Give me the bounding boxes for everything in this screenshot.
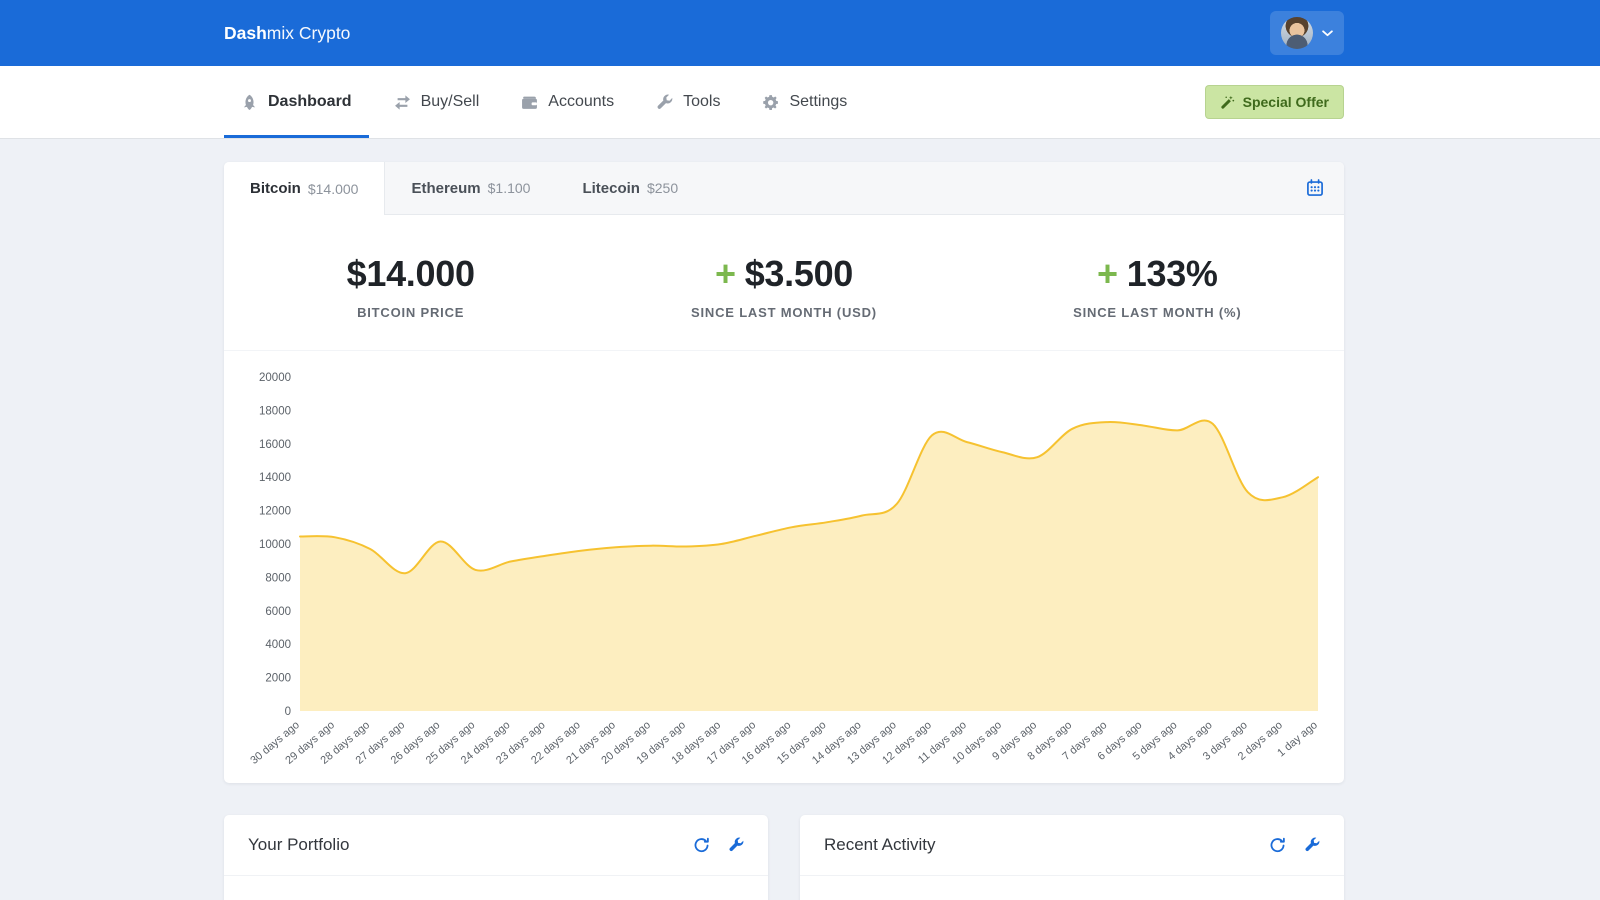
stat-number: 133% [1127, 253, 1218, 294]
coin-tabs: Bitcoin $14.000 Ethereum $1.100 Litecoin… [224, 162, 1344, 215]
wallet-icon [521, 94, 538, 111]
svg-text:2000: 2000 [265, 673, 291, 685]
area-chart: 0 2000 4000 6000 8000 10000 12000 14000 16000 180… [248, 351, 1320, 781]
stat-value: +$3.500 [597, 253, 970, 295]
stat-since-last-month-usd: +$3.500 SINCE LAST MONTH (USD) [597, 253, 970, 320]
user-menu-button[interactable] [1270, 11, 1344, 55]
stat-label: SINCE LAST MONTH (%) [971, 305, 1344, 320]
main-content: Bitcoin $14.000 Ethereum $1.100 Litecoin… [224, 138, 1344, 900]
tab-ethereum[interactable]: Ethereum $1.100 [385, 162, 556, 214]
recent-activity-card: Recent Activity [800, 815, 1344, 900]
panel-title: Recent Activity [824, 835, 936, 855]
nav-label: Tools [683, 93, 720, 111]
panel-actions [1269, 837, 1320, 854]
special-offer-button[interactable]: Special Offer [1205, 85, 1344, 119]
bitcoin-price-chart: 0 2000 4000 6000 8000 10000 12000 14000 16000 180… [224, 350, 1344, 783]
brand-logo[interactable]: Dashmix Crypto [224, 23, 350, 44]
stat-number: $3.500 [745, 253, 853, 294]
stat-prefix: + [1097, 253, 1118, 294]
coin-name: Litecoin [582, 180, 640, 197]
panel-body [800, 876, 1344, 900]
swap-arrows-icon [394, 94, 411, 111]
coin-price: $1.100 [488, 180, 531, 196]
bitcoin-overview-card: Bitcoin $14.000 Ethereum $1.100 Litecoin… [224, 162, 1344, 783]
portfolio-card: Your Portfolio [224, 815, 768, 900]
refresh-icon [1269, 837, 1286, 854]
svg-text:20000: 20000 [259, 372, 291, 384]
panel-actions [693, 837, 744, 854]
nav-item-settings[interactable]: Settings [745, 66, 864, 138]
panel-settings-button[interactable] [728, 837, 744, 854]
stat-label: BITCOIN PRICE [224, 305, 597, 320]
brand-rest: mix Crypto [267, 23, 351, 43]
brand-bold: Dash [224, 23, 267, 43]
wrench-icon [656, 94, 673, 111]
main-nav: Dashboard Buy/Sell Accounts Tools Settin… [0, 66, 1600, 138]
panel-header: Recent Activity [800, 815, 1344, 876]
svg-text:14000: 14000 [259, 472, 291, 484]
svg-text:0: 0 [285, 706, 291, 718]
refresh-button[interactable] [1269, 837, 1286, 854]
nav-item-dashboard[interactable]: Dashboard [224, 66, 369, 138]
coin-price: $250 [647, 180, 678, 196]
coin-price: $14.000 [308, 181, 359, 197]
wrench-icon [1304, 837, 1320, 854]
coin-name: Bitcoin [250, 180, 301, 197]
stat-since-last-month-pct: +133% SINCE LAST MONTH (%) [971, 253, 1344, 320]
bottom-row: Your Portfolio R [224, 815, 1344, 900]
panel-title: Your Portfolio [248, 835, 349, 855]
stat-value: +133% [971, 253, 1344, 295]
wrench-icon [728, 837, 744, 854]
stats-row: $14.000 BITCOIN PRICE +$3.500 SINCE LAST… [224, 215, 1344, 350]
stat-bitcoin-price: $14.000 BITCOIN PRICE [224, 253, 597, 320]
refresh-button[interactable] [693, 837, 710, 854]
panel-settings-button[interactable] [1304, 837, 1320, 854]
nav-item-buy-sell[interactable]: Buy/Sell [377, 66, 497, 138]
refresh-icon [693, 837, 710, 854]
svg-text:6000: 6000 [265, 606, 291, 618]
avatar [1281, 17, 1313, 49]
svg-text:12000: 12000 [259, 506, 291, 518]
svg-text:8000: 8000 [265, 572, 291, 584]
svg-text:10000: 10000 [259, 539, 291, 551]
coin-name: Ethereum [411, 180, 480, 197]
stat-number: $14.000 [347, 253, 475, 294]
nav-label: Buy/Sell [421, 93, 480, 111]
calendar-icon [1306, 179, 1324, 197]
nav-label: Accounts [548, 93, 614, 111]
nav-label: Dashboard [268, 93, 352, 111]
special-offer-label: Special Offer [1243, 94, 1329, 110]
nav-item-tools[interactable]: Tools [639, 66, 737, 138]
app-header: Dashmix Crypto [0, 0, 1600, 66]
magic-wand-icon [1220, 95, 1235, 110]
stat-label: SINCE LAST MONTH (USD) [597, 305, 970, 320]
stat-value: $14.000 [224, 253, 597, 295]
tab-litecoin[interactable]: Litecoin $250 [556, 162, 704, 214]
nav-label: Settings [789, 93, 847, 111]
rocket-icon [241, 94, 258, 111]
panel-body [224, 876, 768, 900]
calendar-button[interactable] [1306, 179, 1324, 197]
gear-icon [762, 94, 779, 111]
tab-bitcoin[interactable]: Bitcoin $14.000 [224, 162, 385, 215]
nav-item-accounts[interactable]: Accounts [504, 66, 631, 138]
svg-text:18000: 18000 [259, 405, 291, 417]
chevron-down-icon [1322, 30, 1333, 37]
svg-text:4000: 4000 [265, 639, 291, 651]
svg-text:16000: 16000 [259, 439, 291, 451]
stat-prefix: + [715, 253, 736, 294]
panel-header: Your Portfolio [224, 815, 768, 876]
